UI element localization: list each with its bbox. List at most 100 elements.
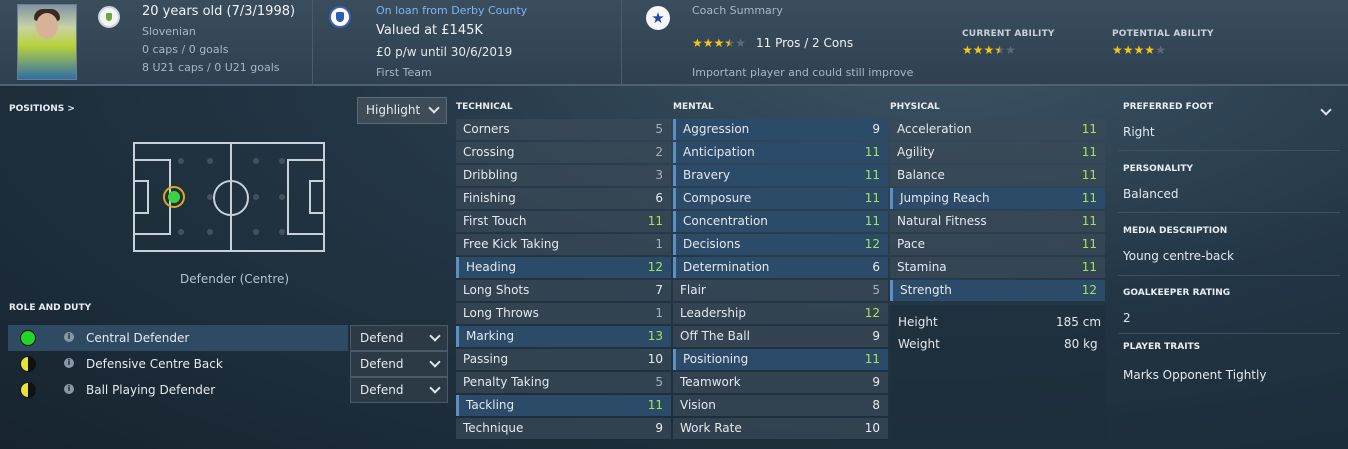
positions-title[interactable]: POSITIONS > <box>9 104 75 114</box>
attribute-row[interactable]: Natural Fitness 11 <box>890 211 1105 232</box>
attribute-name: Vision <box>680 398 716 412</box>
attribute-row[interactable]: Finishing 6 <box>456 188 671 209</box>
attribute-value: 11 <box>864 214 880 228</box>
attribute-name: Strength <box>900 283 952 297</box>
mental-title: MENTAL <box>673 102 714 112</box>
potential-ability-stars: ★★★★★ <box>1112 43 1166 57</box>
attribute-row[interactable]: Anticipation 11 <box>673 142 888 163</box>
technical-title: TECHNICAL <box>456 102 513 112</box>
highlight-dropdown[interactable]: Highlight <box>357 97 447 124</box>
attribute-row[interactable]: Pace 11 <box>890 234 1105 255</box>
attribute-name: Jumping Reach <box>900 191 990 205</box>
attribute-row[interactable]: Acceleration 11 <box>890 119 1105 140</box>
attribute-row[interactable]: Concentration 11 <box>673 211 888 232</box>
loan-from-link[interactable]: On loan from Derby County <box>376 4 527 17</box>
header-divider <box>312 0 313 86</box>
attribute-row[interactable]: Heading 12 <box>456 257 671 278</box>
attribute-row[interactable]: Corners 5 <box>456 119 671 140</box>
star-empty-icon: ★ <box>735 36 746 50</box>
goalkeeper-rating-label: GOALKEEPER RATING <box>1123 288 1231 298</box>
star-full-icon: ★ <box>983 43 995 57</box>
duty-label: Defend <box>360 357 404 371</box>
attribute-row[interactable]: Technique 9 <box>456 418 671 439</box>
attribute-value: 2 <box>655 145 663 159</box>
highlight-dropdown-label: Highlight <box>366 103 421 117</box>
attribute-row[interactable]: Agility 11 <box>890 142 1105 163</box>
attribute-name: Heading <box>466 260 516 274</box>
attribute-row[interactable]: Flair 5 <box>673 280 888 301</box>
attribute-value: 12 <box>864 306 880 320</box>
role-suitability-icon <box>20 382 36 398</box>
role-row[interactable]: i Ball Playing Defender <box>8 377 348 403</box>
player-trait-item[interactable]: Marks Opponent Tightly <box>1123 368 1266 382</box>
attribute-row[interactable]: Long Shots 7 <box>456 280 671 301</box>
attribute-row[interactable]: Leadership 12 <box>673 303 888 324</box>
info-icon[interactable]: i <box>64 384 74 394</box>
role-name: Ball Playing Defender <box>86 383 216 397</box>
attribute-value: 9 <box>872 375 880 389</box>
attribute-row[interactable]: Composure 11 <box>673 188 888 209</box>
attribute-row[interactable]: Determination 6 <box>673 257 888 278</box>
attribute-value: 11 <box>647 398 663 412</box>
role-row[interactable]: i Central Defender <box>8 325 348 351</box>
attribute-row[interactable]: Marking 13 <box>456 326 671 347</box>
role-row[interactable]: i Defensive Centre Back <box>8 351 348 377</box>
attribute-row[interactable]: Strength 12 <box>890 280 1105 301</box>
attribute-name: Teamwork <box>680 375 741 389</box>
nation-crest-icon[interactable] <box>98 6 120 28</box>
attribute-name: Concentration <box>683 214 768 228</box>
attribute-value: 5 <box>655 122 663 136</box>
attribute-row[interactable]: Crossing 2 <box>456 142 671 163</box>
attribute-name: Composure <box>683 191 752 205</box>
height-value: 185 cm <box>1056 315 1102 329</box>
attribute-row[interactable]: Passing 10 <box>456 349 671 370</box>
attribute-row[interactable]: Positioning 11 <box>673 349 888 370</box>
attribute-row[interactable]: Dribbling 3 <box>456 165 671 186</box>
club-crest-icon[interactable] <box>329 6 351 28</box>
role-name: Central Defender <box>86 331 190 345</box>
attribute-row[interactable]: Penalty Taking 5 <box>456 372 671 393</box>
caps-text: 0 caps / 0 goals <box>142 43 229 56</box>
attribute-name: Pace <box>897 237 926 251</box>
attribute-value: 11 <box>1081 237 1097 251</box>
header-divider <box>621 0 622 86</box>
attribute-row[interactable]: Bravery 11 <box>673 165 888 186</box>
duty-label: Defend <box>360 383 404 397</box>
preferred-foot-label: PREFERRED FOOT <box>1123 102 1214 112</box>
attribute-row[interactable]: Balance 11 <box>890 165 1105 186</box>
attribute-value: 11 <box>864 145 880 159</box>
attribute-row[interactable]: Teamwork 9 <box>673 372 888 393</box>
pros-cons-text[interactable]: 11 Pros / 2 Cons <box>756 36 853 50</box>
attribute-row[interactable]: First Touch 11 <box>456 211 671 232</box>
attribute-row[interactable]: Vision 8 <box>673 395 888 416</box>
role-suitability-icon <box>20 356 36 372</box>
attribute-name: First Touch <box>463 214 527 228</box>
attribute-value: 11 <box>1081 191 1097 205</box>
chevron-down-icon <box>428 102 440 114</box>
attribute-name: Long Shots <box>463 283 530 297</box>
duty-dropdown[interactable]: Defend <box>350 377 448 403</box>
attribute-row[interactable]: Off The Ball 9 <box>673 326 888 347</box>
attribute-row[interactable]: Work Rate 10 <box>673 418 888 439</box>
info-icon[interactable]: i <box>64 332 74 342</box>
star-empty-icon: ★ <box>1005 43 1016 57</box>
divider <box>1118 333 1340 334</box>
coach-summary-label: Coach Summary <box>692 4 783 17</box>
attribute-row[interactable]: Stamina 11 <box>890 257 1105 278</box>
attribute-row[interactable]: Long Throws 1 <box>456 303 671 324</box>
attribute-name: Long Throws <box>463 306 539 320</box>
attribute-value: 11 <box>864 352 880 366</box>
attribute-row[interactable]: Free Kick Taking 1 <box>456 234 671 255</box>
chevron-down-icon <box>429 382 441 394</box>
physical-title: PHYSICAL <box>890 102 940 112</box>
attribute-row[interactable]: Jumping Reach 11 <box>890 188 1105 209</box>
attribute-name: Dribbling <box>463 168 518 182</box>
attribute-row[interactable]: Decisions 12 <box>673 234 888 255</box>
attribute-row[interactable]: Tackling 11 <box>456 395 671 416</box>
info-icon[interactable]: i <box>64 358 74 368</box>
value-text: Valued at £145K <box>376 23 483 38</box>
nationality-text[interactable]: Slovenian <box>142 25 196 38</box>
duty-dropdown[interactable]: Defend <box>350 351 448 377</box>
duty-dropdown[interactable]: Defend <box>350 325 448 351</box>
attribute-row[interactable]: Aggression 9 <box>673 119 888 140</box>
